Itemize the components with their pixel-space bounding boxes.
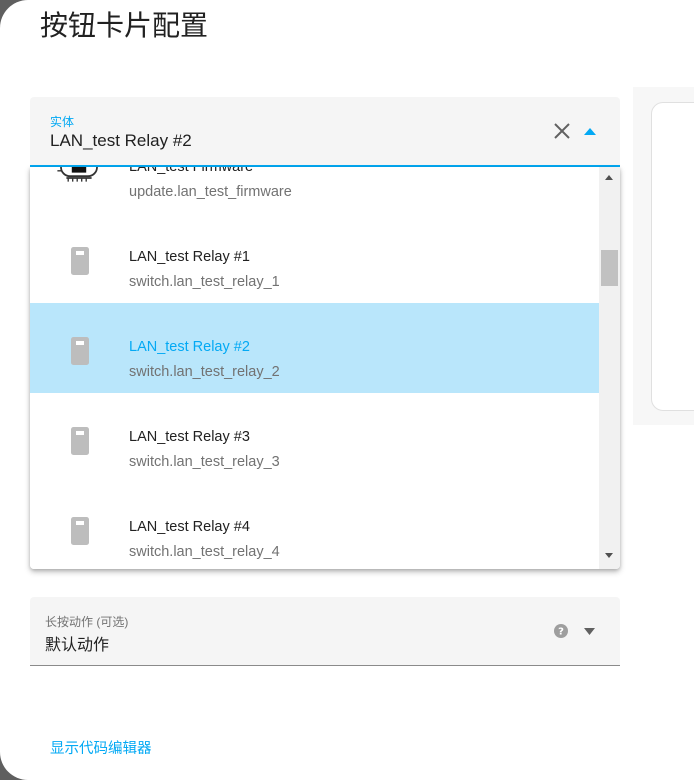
item-entity-id: switch.lan_test_relay_3 [129,454,280,470]
list-item[interactable]: LAN_test Relay #3 switch.lan_test_relay_… [30,393,599,483]
item-entity-id: switch.lan_test_relay_1 [129,274,280,290]
help-circle-icon[interactable]: ? [554,624,568,638]
item-name: LAN_test Relay #2 [129,339,250,355]
dropdown-scrollbar[interactable] [599,167,620,569]
light-switch-icon [71,427,89,455]
item-name: LAN_test Relay #1 [129,249,250,265]
entity-dropdown-list: LAN_test Firmware update.lan_test_firmwa… [30,167,620,569]
entity-list: LAN_test Firmware update.lan_test_firmwa… [30,167,599,569]
list-item[interactable]: LAN_test Relay #1 switch.lan_test_relay_… [30,213,599,303]
entity-field-value[interactable]: LAN_test Relay #2 [50,131,192,151]
list-item[interactable]: LAN_test Firmware update.lan_test_firmwa… [30,167,599,213]
hold-action-select[interactable]: 长按动作 (可选) 默认动作 ? [30,597,620,666]
hold-action-value: 默认动作 [45,637,110,654]
scrollbar-thumb[interactable] [601,250,618,286]
dialog-title: 按钮卡片配置 [40,9,209,42]
card-preview [651,102,694,411]
clear-icon[interactable] [552,121,572,141]
hold-action-label: 长按动作 (可选) [45,615,129,629]
light-switch-icon [71,247,89,275]
card-config-dialog: 按钮卡片配置 实体 LAN_test Relay #2 LAN_test Fir… [0,0,694,780]
entity-field-label: 实体 [50,115,75,129]
list-item[interactable]: LAN_test Relay #4 switch.lan_test_relay_… [30,483,599,569]
item-name: LAN_test Firmware [129,167,254,175]
scroll-down-arrow-icon[interactable] [605,553,613,558]
show-code-editor-button[interactable]: 显示代码编辑器 [50,737,152,758]
entity-combobox[interactable]: 实体 LAN_test Relay #2 [30,97,620,167]
item-entity-id: switch.lan_test_relay_4 [129,544,280,560]
item-name: LAN_test Relay #3 [129,429,250,445]
scroll-up-arrow-icon[interactable] [605,175,613,180]
caret-up-icon[interactable] [582,125,598,137]
item-entity-id: switch.lan_test_relay_2 [129,364,280,380]
item-entity-id: update.lan_test_firmware [129,184,292,200]
caret-down-icon[interactable] [583,627,596,636]
item-name: LAN_test Relay #4 [129,519,250,535]
light-switch-icon [71,517,89,545]
light-switch-icon [71,337,89,365]
firmware-house-icon [57,167,98,182]
svg-text:?: ? [558,627,564,638]
list-item-selected[interactable]: LAN_test Relay #2 switch.lan_test_relay_… [30,303,599,393]
